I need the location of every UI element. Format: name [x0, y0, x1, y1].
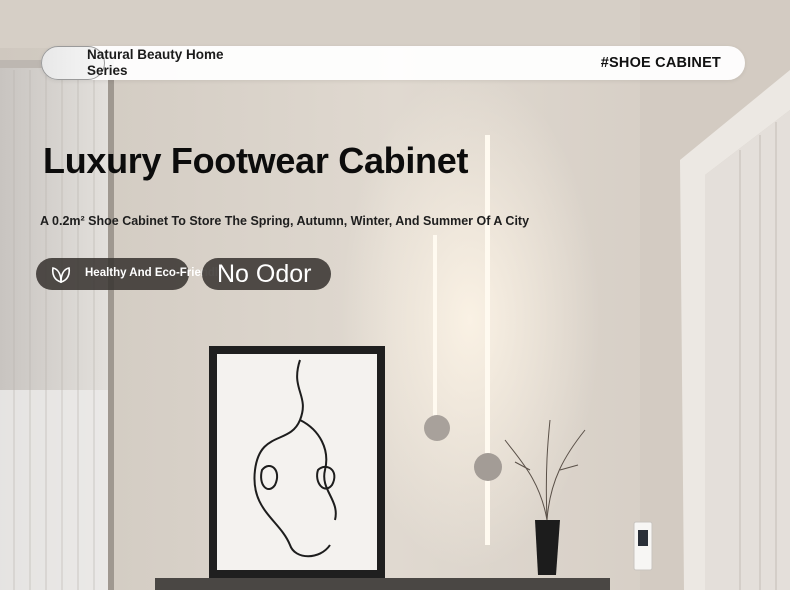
top-banner-bar: Natural Beauty Home Series #SHOE CABINET: [41, 46, 745, 80]
no-odor-badge: No Odor: [202, 258, 331, 290]
eco-friendly-badge: Healthy And Eco-Friendly: [36, 258, 225, 290]
hashtag-label: #SHOE CABINET: [600, 55, 721, 71]
no-odor-label: No Odor: [217, 260, 312, 288]
leaf-icon: [51, 267, 71, 283]
page-title: Luxury Footwear Cabinet: [43, 140, 469, 181]
series-label: Natural Beauty Home Series: [87, 47, 224, 78]
background-room-scene: [0, 0, 790, 590]
page-subtitle: A 0.2m² Shoe Cabinet To Store The Spring…: [40, 214, 530, 228]
